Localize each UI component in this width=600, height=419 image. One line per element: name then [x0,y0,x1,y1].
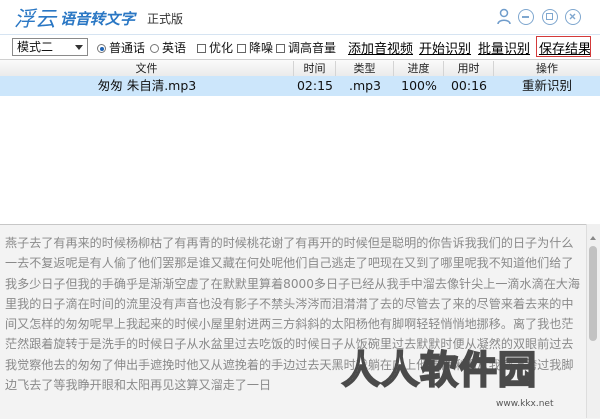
radio-english-label: 英语 [162,41,187,55]
chevron-down-icon [75,45,83,50]
cell-file: 匆匆 朱自清.mp3 [97,78,197,93]
minimize-icon[interactable] [518,9,534,25]
file-list-area [0,96,600,224]
checkbox-icon [276,44,285,53]
watermark-url: www.kkx.net [496,399,554,409]
column-header-file[interactable]: 文件 [0,61,294,76]
checkbox-optimize-label: 优化 [209,41,234,55]
app-logo: 浮云 [14,7,56,31]
checkbox-denoise[interactable]: 降噪 [237,39,273,56]
radio-mandarin-label: 普通话 [109,41,146,55]
user-icon[interactable] [496,7,512,25]
scroll-up-icon[interactable] [590,236,596,240]
batch-recognition-button[interactable]: 批量识别 [478,38,530,57]
title-bar: 浮云 语音转文字 正式版 [0,0,600,35]
app-edition: 正式版 [147,12,184,26]
column-header-elapsed[interactable]: 用时 [444,61,494,76]
checkbox-icon [237,44,246,53]
column-header-progress[interactable]: 进度 [394,61,444,76]
cell-elapsed: 00:16 [450,78,488,93]
cell-progress: 100% [401,78,437,93]
watermark-logo: 人人软件园 [341,347,538,393]
checkbox-denoise-label: 降噪 [249,41,274,55]
radio-selected-icon [97,44,106,53]
radio-icon [150,44,159,53]
radio-mandarin[interactable]: 普通话 [97,39,145,56]
vertical-scrollbar[interactable] [586,224,600,418]
mode-select-value: 模式二 [17,40,54,54]
scrollbar-thumb[interactable] [589,246,597,341]
checkbox-optimize[interactable]: 优化 [197,39,233,56]
re-recognize-button[interactable]: 重新识别 [494,78,600,94]
table-row[interactable]: 匆匆 朱自清.mp3 02:15 .mp3 100% 00:16 重新识别 [0,76,600,96]
save-highlight-box [536,36,591,57]
app-name: 语音转文字 [60,10,136,28]
cell-time: 02:15 [296,78,334,93]
checkbox-boost-label: 调高音量 [288,41,337,55]
restore-icon[interactable] [542,9,558,25]
cell-type: .mp3 [348,78,382,93]
radio-english[interactable]: 英语 [150,39,186,56]
column-header-action[interactable]: 操作 [494,61,600,76]
toolbar: 模式二 普通话 英语 优化 降噪 调高音量 添加音视频 开始识别 批量识别 保存… [0,35,600,59]
column-header-time[interactable]: 时间 [294,61,336,76]
close-icon[interactable] [565,9,581,25]
checkbox-icon [197,44,206,53]
checkbox-boost-volume[interactable]: 调高音量 [276,39,336,56]
start-recognition-button[interactable]: 开始识别 [419,38,471,57]
mode-select[interactable]: 模式二 [12,38,88,56]
column-header-type[interactable]: 类型 [336,61,394,76]
add-media-button[interactable]: 添加音视频 [348,38,413,57]
